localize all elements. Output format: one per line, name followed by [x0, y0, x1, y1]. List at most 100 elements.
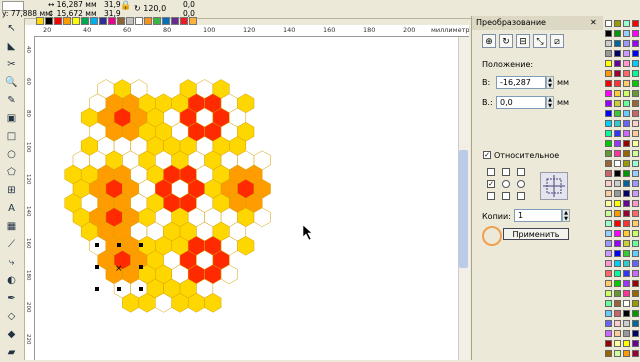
palette-swatch[interactable] — [632, 140, 639, 147]
palette-swatch[interactable] — [605, 290, 612, 297]
palette-swatch[interactable] — [632, 280, 639, 287]
selection-handle[interactable] — [117, 287, 121, 291]
horizontal-ruler[interactable]: 20 40 60 80 100 120 140 160 180 200 миллиметры — [25, 25, 469, 37]
fill-tool-icon[interactable]: ◆ — [5, 328, 18, 341]
palette-swatch[interactable] — [623, 280, 630, 287]
palette-swatch[interactable] — [632, 150, 639, 157]
palette-swatch[interactable] — [605, 40, 612, 47]
palette-swatch[interactable] — [605, 210, 612, 217]
freehand-tool-icon[interactable]: ✎ — [5, 94, 18, 107]
palette-swatch[interactable] — [623, 80, 630, 87]
palette-swatch[interactable] — [614, 210, 621, 217]
palette-swatch[interactable] — [605, 200, 612, 207]
palette-swatch[interactable] — [623, 120, 630, 127]
palette-swatch[interactable] — [605, 340, 612, 347]
palette-swatch[interactable] — [605, 260, 612, 267]
palette-swatch[interactable] — [614, 80, 621, 87]
anchor-bc[interactable] — [502, 192, 510, 200]
palette-swatch[interactable] — [605, 310, 612, 317]
palette-swatch[interactable] — [614, 170, 621, 177]
palette-swatch[interactable] — [623, 320, 630, 327]
palette-swatch[interactable] — [605, 130, 612, 137]
palette-swatch[interactable] — [632, 210, 639, 217]
palette-swatch[interactable] — [623, 20, 630, 27]
scale-mode-button[interactable]: ⊟ — [516, 34, 530, 48]
selection-handle[interactable] — [95, 265, 99, 269]
top-swatch[interactable] — [90, 17, 98, 25]
copies-spinner[interactable]: ▲ ▼ — [562, 209, 570, 222]
palette-swatch[interactable] — [623, 100, 630, 107]
top-swatch[interactable] — [135, 17, 143, 25]
drawing-canvas[interactable]: × — [35, 37, 458, 360]
palette-swatch[interactable] — [623, 60, 630, 67]
palette-swatch[interactable] — [632, 60, 639, 67]
palette-swatch[interactable] — [614, 230, 621, 237]
top-swatch[interactable] — [63, 17, 71, 25]
smart-fill-icon[interactable]: ▣ — [5, 112, 18, 125]
palette-swatch[interactable] — [605, 180, 612, 187]
palette-swatch[interactable] — [614, 60, 621, 67]
vertical-ruler[interactable]: 40 60 80 100 120 140 160 180 200 220 — [25, 36, 35, 360]
palette-swatch[interactable] — [605, 230, 612, 237]
palette-swatch[interactable] — [614, 250, 621, 257]
palette-swatch[interactable] — [623, 290, 630, 297]
palette-swatch[interactable] — [632, 220, 639, 227]
polygon-tool-icon[interactable]: ⬠ — [5, 166, 18, 179]
palette-swatch[interactable] — [632, 290, 639, 297]
top-swatch[interactable] — [144, 17, 152, 25]
palette-swatch[interactable] — [632, 180, 639, 187]
palette-swatch[interactable] — [632, 330, 639, 337]
top-swatch[interactable] — [153, 17, 161, 25]
w-field[interactable]: ↔ 16,287 мм — [48, 0, 97, 9]
shape-tool-icon[interactable]: ◣ — [5, 40, 18, 53]
top-swatch[interactable] — [99, 17, 107, 25]
palette-swatch[interactable] — [614, 300, 621, 307]
top-swatch[interactable] — [36, 17, 44, 25]
palette-swatch[interactable] — [632, 260, 639, 267]
palette-swatch[interactable] — [605, 100, 612, 107]
palette-swatch[interactable] — [605, 50, 612, 57]
palette-swatch[interactable] — [623, 180, 630, 187]
palette-swatch[interactable] — [614, 290, 621, 297]
palette-swatch[interactable] — [623, 40, 630, 47]
text-tool-icon[interactable]: A — [5, 202, 18, 215]
palette-swatch[interactable] — [614, 110, 621, 117]
palette-swatch[interactable] — [623, 350, 630, 357]
palette-swatch[interactable] — [605, 250, 612, 257]
palette-swatch[interactable] — [632, 200, 639, 207]
palette-swatch[interactable] — [632, 80, 639, 87]
mirror-field[interactable]: 0,0 — [183, 0, 195, 9]
rotation-field[interactable]: ↻ 120,0 — [134, 4, 166, 13]
palette-swatch[interactable] — [614, 30, 621, 37]
palette-swatch[interactable] — [623, 230, 630, 237]
palette-swatch[interactable] — [614, 140, 621, 147]
palette-swatch[interactable] — [623, 30, 630, 37]
palette-swatch[interactable] — [623, 340, 630, 347]
anchor-br[interactable] — [517, 192, 525, 200]
selection-handle[interactable] — [139, 265, 143, 269]
color-palette[interactable] — [603, 16, 640, 360]
blend-tool-icon[interactable]: ◐ — [5, 274, 18, 287]
selection-handle[interactable] — [139, 243, 143, 247]
top-swatch[interactable] — [126, 17, 134, 25]
palette-swatch[interactable] — [605, 240, 612, 247]
anchor-mr[interactable] — [517, 180, 525, 188]
palette-swatch[interactable] — [614, 240, 621, 247]
close-icon[interactable]: ✕ — [590, 18, 597, 27]
palette-swatch[interactable] — [632, 50, 639, 57]
top-swatch[interactable] — [72, 17, 80, 25]
top-swatch[interactable] — [117, 17, 125, 25]
palette-swatch[interactable] — [614, 70, 621, 77]
palette-swatch[interactable] — [614, 320, 621, 327]
palette-swatch[interactable] — [623, 300, 630, 307]
palette-swatch[interactable] — [605, 170, 612, 177]
palette-swatch[interactable] — [632, 270, 639, 277]
scale-x-field[interactable]: 31,9 — [104, 0, 121, 9]
rectangle-tool-icon[interactable]: □ — [5, 130, 18, 143]
anchor-mc[interactable] — [502, 180, 510, 188]
palette-swatch[interactable] — [605, 110, 612, 117]
scrollbar-thumb[interactable] — [459, 150, 468, 268]
palette-swatch[interactable] — [623, 110, 630, 117]
palette-swatch[interactable] — [614, 90, 621, 97]
size-mode-button[interactable]: ⤡ — [533, 34, 547, 48]
